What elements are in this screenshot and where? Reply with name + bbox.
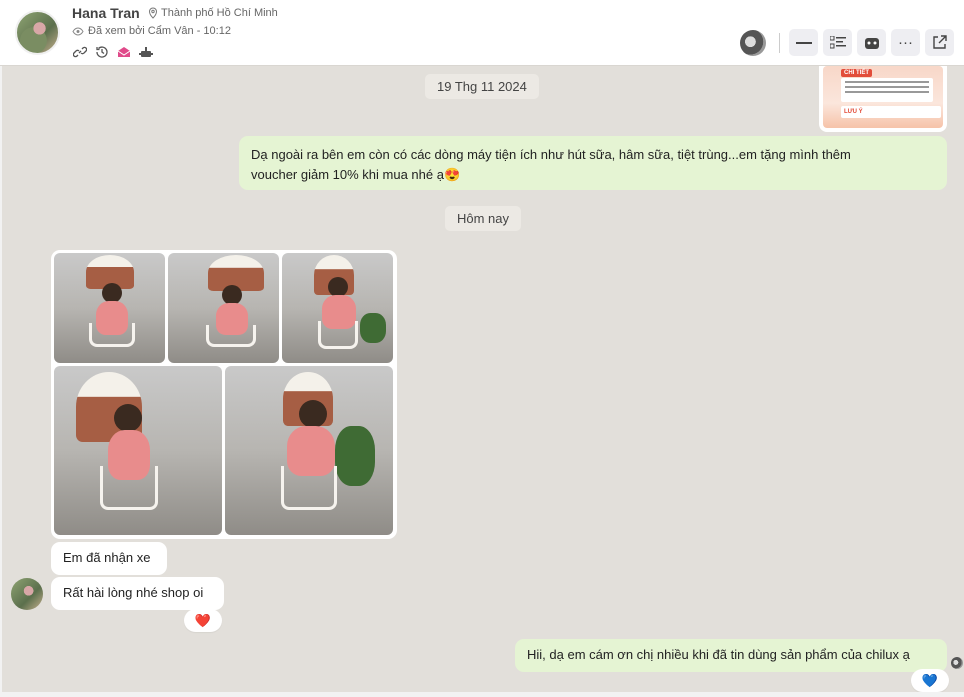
sender-avatar[interactable] — [11, 578, 43, 610]
message-outgoing[interactable]: Dạ ngoài ra bên em còn có các dòng máy t… — [239, 136, 947, 190]
more-icon: ··· — [898, 34, 913, 51]
contact-avatar[interactable] — [15, 10, 60, 55]
reaction-badge[interactable]: 💙 — [911, 669, 949, 692]
date-separator-today: Hôm nay — [445, 206, 522, 231]
location-pin-icon — [148, 7, 158, 19]
heart-reaction-icon: ❤️ — [194, 612, 212, 628]
photo-thumbnail[interactable] — [168, 253, 279, 363]
photo-album-message[interactable] — [51, 250, 397, 539]
photo-thumbnail[interactable] — [225, 366, 393, 535]
link-icon[interactable] — [72, 44, 88, 60]
date-separator: 19 Thg 11 2024 — [425, 74, 539, 99]
location-label: Thành phố Hồ Chí Minh — [161, 7, 278, 19]
photo-thumbnail[interactable] — [54, 366, 222, 535]
image-note-label: LƯU Ý — [841, 106, 941, 118]
contact-quick-actions — [72, 44, 154, 60]
message-incoming[interactable]: Em đã nhận xe — [51, 542, 167, 575]
list-icon — [829, 35, 846, 48]
message-text-line: Dạ ngoài ra bên em còn có các dòng máy t… — [251, 147, 851, 162]
history-icon[interactable] — [94, 44, 110, 60]
contact-name[interactable]: Hana Tran — [72, 5, 140, 21]
read-receipt-avatar — [951, 657, 963, 669]
message-text: Hii, dạ em cám ơn chị nhiều khi đã tin d… — [527, 647, 910, 662]
bot-icon[interactable] — [138, 44, 154, 60]
heart-eyes-emoji: 😍 — [443, 167, 461, 182]
more-button[interactable]: ··· — [891, 29, 920, 56]
header-toolbar: ··· — [740, 29, 954, 56]
cast-icon — [864, 37, 879, 49]
minimize-button[interactable] — [789, 29, 818, 56]
seen-status: Đã xem bởi Cẩm Vân - 10:12 — [72, 25, 231, 37]
agent-avatar[interactable] — [740, 29, 766, 56]
message-incoming[interactable]: Rất hài lòng nhé shop oi — [51, 577, 224, 610]
shared-image-message[interactable]: CHI TIẾT LƯU Ý — [819, 66, 947, 132]
open-external-button[interactable] — [925, 29, 954, 56]
external-link-icon — [933, 35, 947, 49]
message-text-line: voucher giảm 10% khi mua nhé ạ😍 — [251, 167, 461, 182]
image-tag-label: CHI TIẾT — [841, 69, 872, 77]
list-button[interactable] — [823, 29, 852, 56]
product-info-image[interactable]: CHI TIẾT LƯU Ý — [823, 66, 943, 128]
chat-area[interactable]: CHI TIẾT LƯU Ý 19 Thg 11 2024 Dạ ngoài r… — [0, 66, 964, 697]
image-text-lines — [841, 78, 933, 102]
message-text: Em đã nhận xe — [63, 550, 151, 565]
bottom-edge — [0, 692, 964, 697]
contact-location: Thành phố Hồ Chí Minh — [148, 7, 278, 19]
seen-label: Đã xem bởi Cẩm Vân - 10:12 — [88, 25, 231, 37]
message-text: Rất hài lòng nhé shop oi — [63, 585, 204, 600]
message-outgoing[interactable]: Hii, dạ em cám ơn chị nhiều khi đã tin d… — [515, 639, 947, 672]
eye-icon — [72, 26, 84, 36]
blue-heart-reaction-icon: 💙 — [921, 672, 939, 688]
minimize-icon — [795, 41, 812, 44]
photo-thumbnail[interactable] — [54, 253, 165, 363]
toolbar-divider — [779, 32, 780, 53]
photo-thumbnail[interactable] — [282, 253, 393, 363]
reaction-badge[interactable]: ❤️ — [184, 609, 222, 632]
mail-icon[interactable] — [116, 44, 132, 60]
cast-button[interactable] — [857, 29, 886, 56]
chat-header: Hana Tran Thành phố Hồ Chí Minh Đã xem b… — [0, 0, 964, 66]
